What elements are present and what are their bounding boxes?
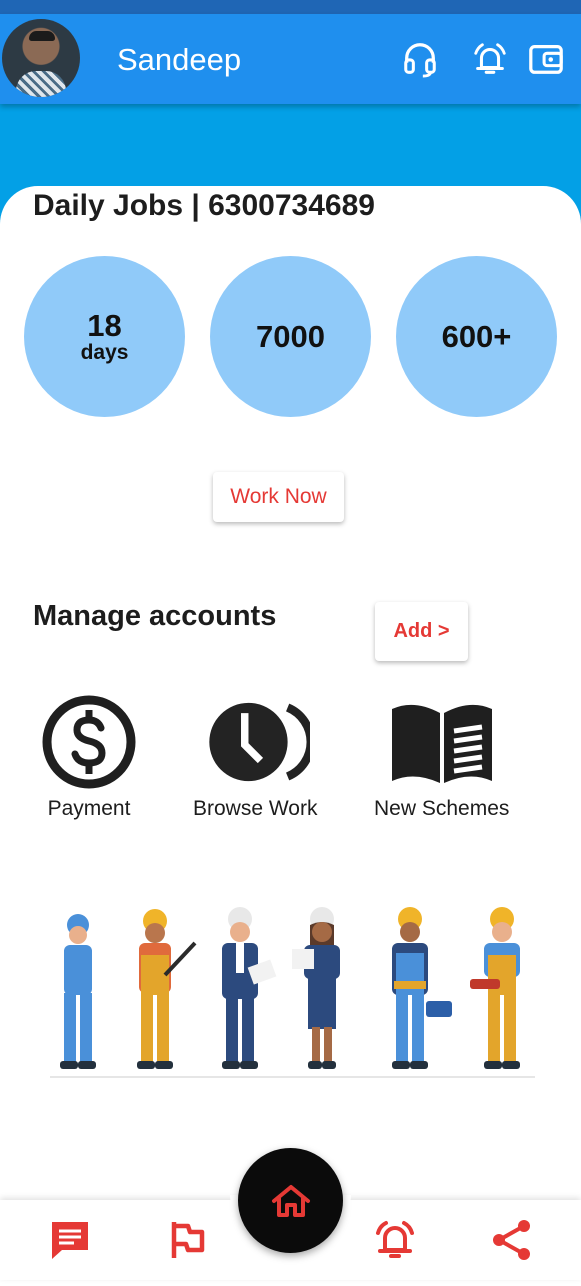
alarm-icon[interactable] xyxy=(471,40,509,78)
menu-item-browse-work[interactable]: Browse Work xyxy=(193,695,317,821)
worker-figure xyxy=(60,914,96,1069)
home-icon xyxy=(271,1184,310,1217)
stat-value: 7000 xyxy=(256,318,325,354)
stat-value: 600+ xyxy=(441,318,512,354)
stat-amount[interactable]: 7000 xyxy=(210,256,371,417)
worker-figure xyxy=(292,907,340,1069)
share-icon[interactable] xyxy=(490,1218,534,1262)
avatar[interactable] xyxy=(2,19,80,97)
menu-item-new-schemes[interactable]: New Schemes xyxy=(374,695,509,821)
stat-days[interactable]: 18 days xyxy=(24,256,185,417)
alarm-icon[interactable] xyxy=(373,1218,417,1262)
worker-figure xyxy=(137,909,197,1069)
wallet-icon[interactable] xyxy=(527,40,565,78)
worker-figure xyxy=(222,907,277,1069)
add-account-button[interactable]: Add > xyxy=(375,602,468,661)
home-fab-button[interactable] xyxy=(238,1148,343,1253)
flag-icon[interactable] xyxy=(166,1218,210,1262)
username: Sandeep xyxy=(117,42,242,77)
dollar-icon xyxy=(42,695,136,789)
manage-accounts-title: Manage accounts xyxy=(33,600,277,632)
menu-label: Browse Work xyxy=(193,797,318,820)
status-bar xyxy=(0,0,581,14)
worker-figure xyxy=(392,907,452,1069)
work-now-button[interactable]: Work Now xyxy=(213,472,344,522)
book-icon xyxy=(391,704,492,783)
clock-icon xyxy=(209,702,311,782)
menu-item-payment[interactable]: Payment xyxy=(34,695,144,821)
headset-icon[interactable] xyxy=(401,40,439,78)
workers-illustration xyxy=(50,907,535,1078)
worker-figure xyxy=(470,907,520,1069)
stat-unit: days xyxy=(80,340,129,364)
daily-jobs-title: Daily Jobs | 6300734689 xyxy=(33,189,375,222)
app-bar: Sandeep xyxy=(0,14,581,104)
menu-label: Payment xyxy=(47,797,131,820)
menu-label: New Schemes xyxy=(374,797,510,820)
stat-value: 18 xyxy=(87,307,122,343)
stat-count[interactable]: 600+ xyxy=(396,256,557,417)
chat-icon[interactable] xyxy=(48,1218,92,1262)
